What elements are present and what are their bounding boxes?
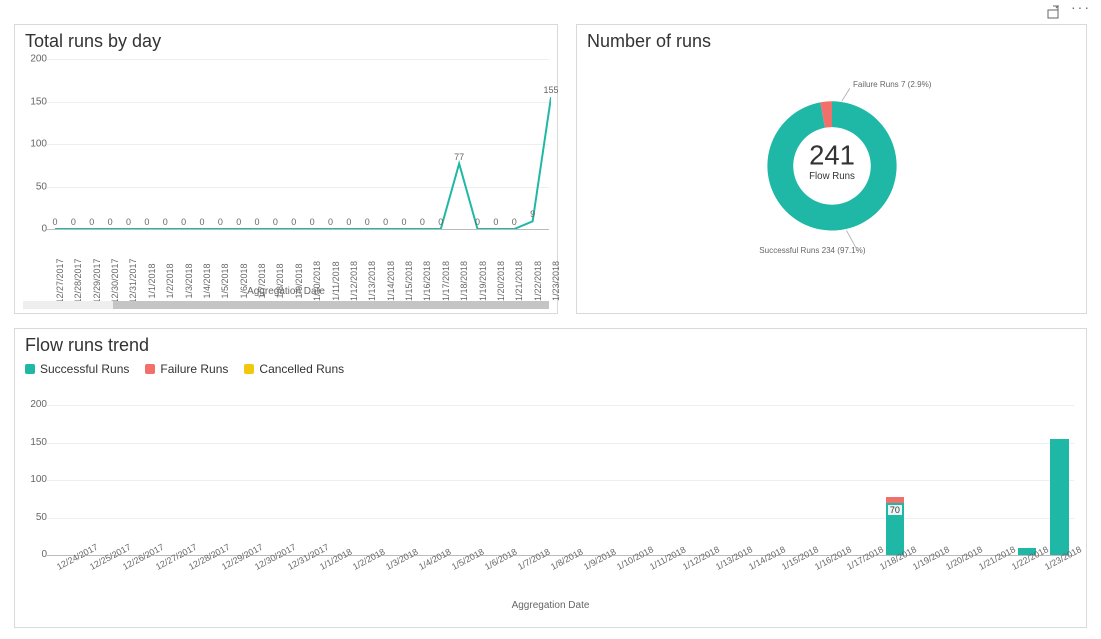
- data-label: 0: [365, 217, 370, 227]
- x-axis-title: Aggregation Date: [15, 286, 557, 297]
- chart-legend: Successful Runs Failure Runs Cancelled Run…: [15, 358, 1086, 377]
- line-chart-total-runs[interactable]: 0501001502000000000000000000000000770009…: [55, 59, 549, 229]
- data-label: 0: [108, 217, 113, 227]
- donut-center-value: 241: [809, 139, 855, 170]
- data-label: 0: [402, 217, 407, 227]
- bar-failure-runs[interactable]: [886, 497, 904, 502]
- y-tick-label: 100: [23, 474, 47, 485]
- legend-swatch: [25, 364, 35, 374]
- bar-value-label: 70: [888, 505, 902, 515]
- panel-title: Total runs by day: [15, 25, 557, 54]
- data-label: 0: [89, 217, 94, 227]
- data-label: 0: [71, 217, 76, 227]
- horizontal-scrollbar[interactable]: [23, 301, 549, 309]
- data-label: 0: [236, 217, 241, 227]
- data-label: 0: [126, 217, 131, 227]
- data-label: 0: [328, 217, 333, 227]
- data-label: 0: [52, 217, 57, 227]
- panel-number-of-runs: Number of runs 241Flow Runs Failure Runs …: [576, 24, 1087, 314]
- donut-label-failure: Failure Runs 7 (2.9%): [853, 80, 932, 89]
- donut-chart[interactable]: 241Flow Runs Failure Runs 7 (2.9%) Success…: [577, 69, 1086, 313]
- data-label: 0: [420, 217, 425, 227]
- data-label: 0: [493, 217, 498, 227]
- data-label: 77: [454, 152, 464, 162]
- panel-total-runs-by-day: Total runs by day 0501001502000000000000…: [14, 24, 558, 314]
- legend-item-cancelled-runs[interactable]: Cancelled Runs: [244, 362, 344, 376]
- bar-successful-runs[interactable]: [1050, 439, 1068, 555]
- y-tick-label: 100: [23, 139, 47, 150]
- legend-item-successful-runs[interactable]: Successful Runs: [25, 362, 129, 376]
- y-tick-label: 0: [23, 549, 47, 560]
- scrollbar-thumb[interactable]: [113, 301, 549, 309]
- legend-label: Successful Runs: [40, 362, 129, 376]
- data-label: 0: [438, 217, 443, 227]
- y-tick-label: 50: [23, 512, 47, 523]
- x-axis-labels: 12/24/201712/25/201712/26/201712/27/2017…: [55, 553, 1074, 603]
- data-label: 0: [310, 217, 315, 227]
- data-label: 9: [530, 209, 535, 219]
- data-label: 155: [543, 85, 558, 95]
- data-label: 0: [512, 217, 517, 227]
- data-label: 0: [144, 217, 149, 227]
- panel-flow-runs-trend: Flow runs trend Successful Runs Failure R…: [14, 328, 1087, 628]
- donut-center-label: Flow Runs: [809, 171, 855, 182]
- stacked-bar-chart[interactable]: 05010015020070: [55, 405, 1074, 555]
- data-label: 0: [273, 217, 278, 227]
- legend-swatch: [145, 364, 155, 374]
- y-tick-label: 0: [23, 224, 47, 235]
- y-tick-label: 150: [23, 96, 47, 107]
- data-label: 0: [163, 217, 168, 227]
- data-label: 0: [218, 217, 223, 227]
- y-tick-label: 50: [23, 181, 47, 192]
- donut-label-success: Successful Runs 234 (97.1%): [759, 246, 866, 255]
- legend-label: Failure Runs: [160, 362, 228, 376]
- y-tick-label: 200: [23, 54, 47, 65]
- data-label: 0: [199, 217, 204, 227]
- legend-swatch: [244, 364, 254, 374]
- legend-item-failure-runs[interactable]: Failure Runs: [145, 362, 228, 376]
- data-label: 0: [255, 217, 260, 227]
- more-icon[interactable]: ···: [1071, 4, 1087, 20]
- data-label: 0: [181, 217, 186, 227]
- data-label: 0: [383, 217, 388, 227]
- data-label: 0: [475, 217, 480, 227]
- y-tick-label: 150: [23, 437, 47, 448]
- panel-title: Flow runs trend: [15, 329, 1086, 358]
- share-icon[interactable]: [1045, 4, 1061, 20]
- panel-title: Number of runs: [577, 25, 1086, 54]
- data-label: 0: [291, 217, 296, 227]
- x-axis-title: Aggregation Date: [15, 600, 1086, 611]
- x-axis-labels: 12/27/201712/28/201712/29/201712/30/2017…: [55, 227, 549, 281]
- legend-label: Cancelled Runs: [259, 362, 344, 376]
- y-tick-label: 200: [23, 399, 47, 410]
- data-label: 0: [346, 217, 351, 227]
